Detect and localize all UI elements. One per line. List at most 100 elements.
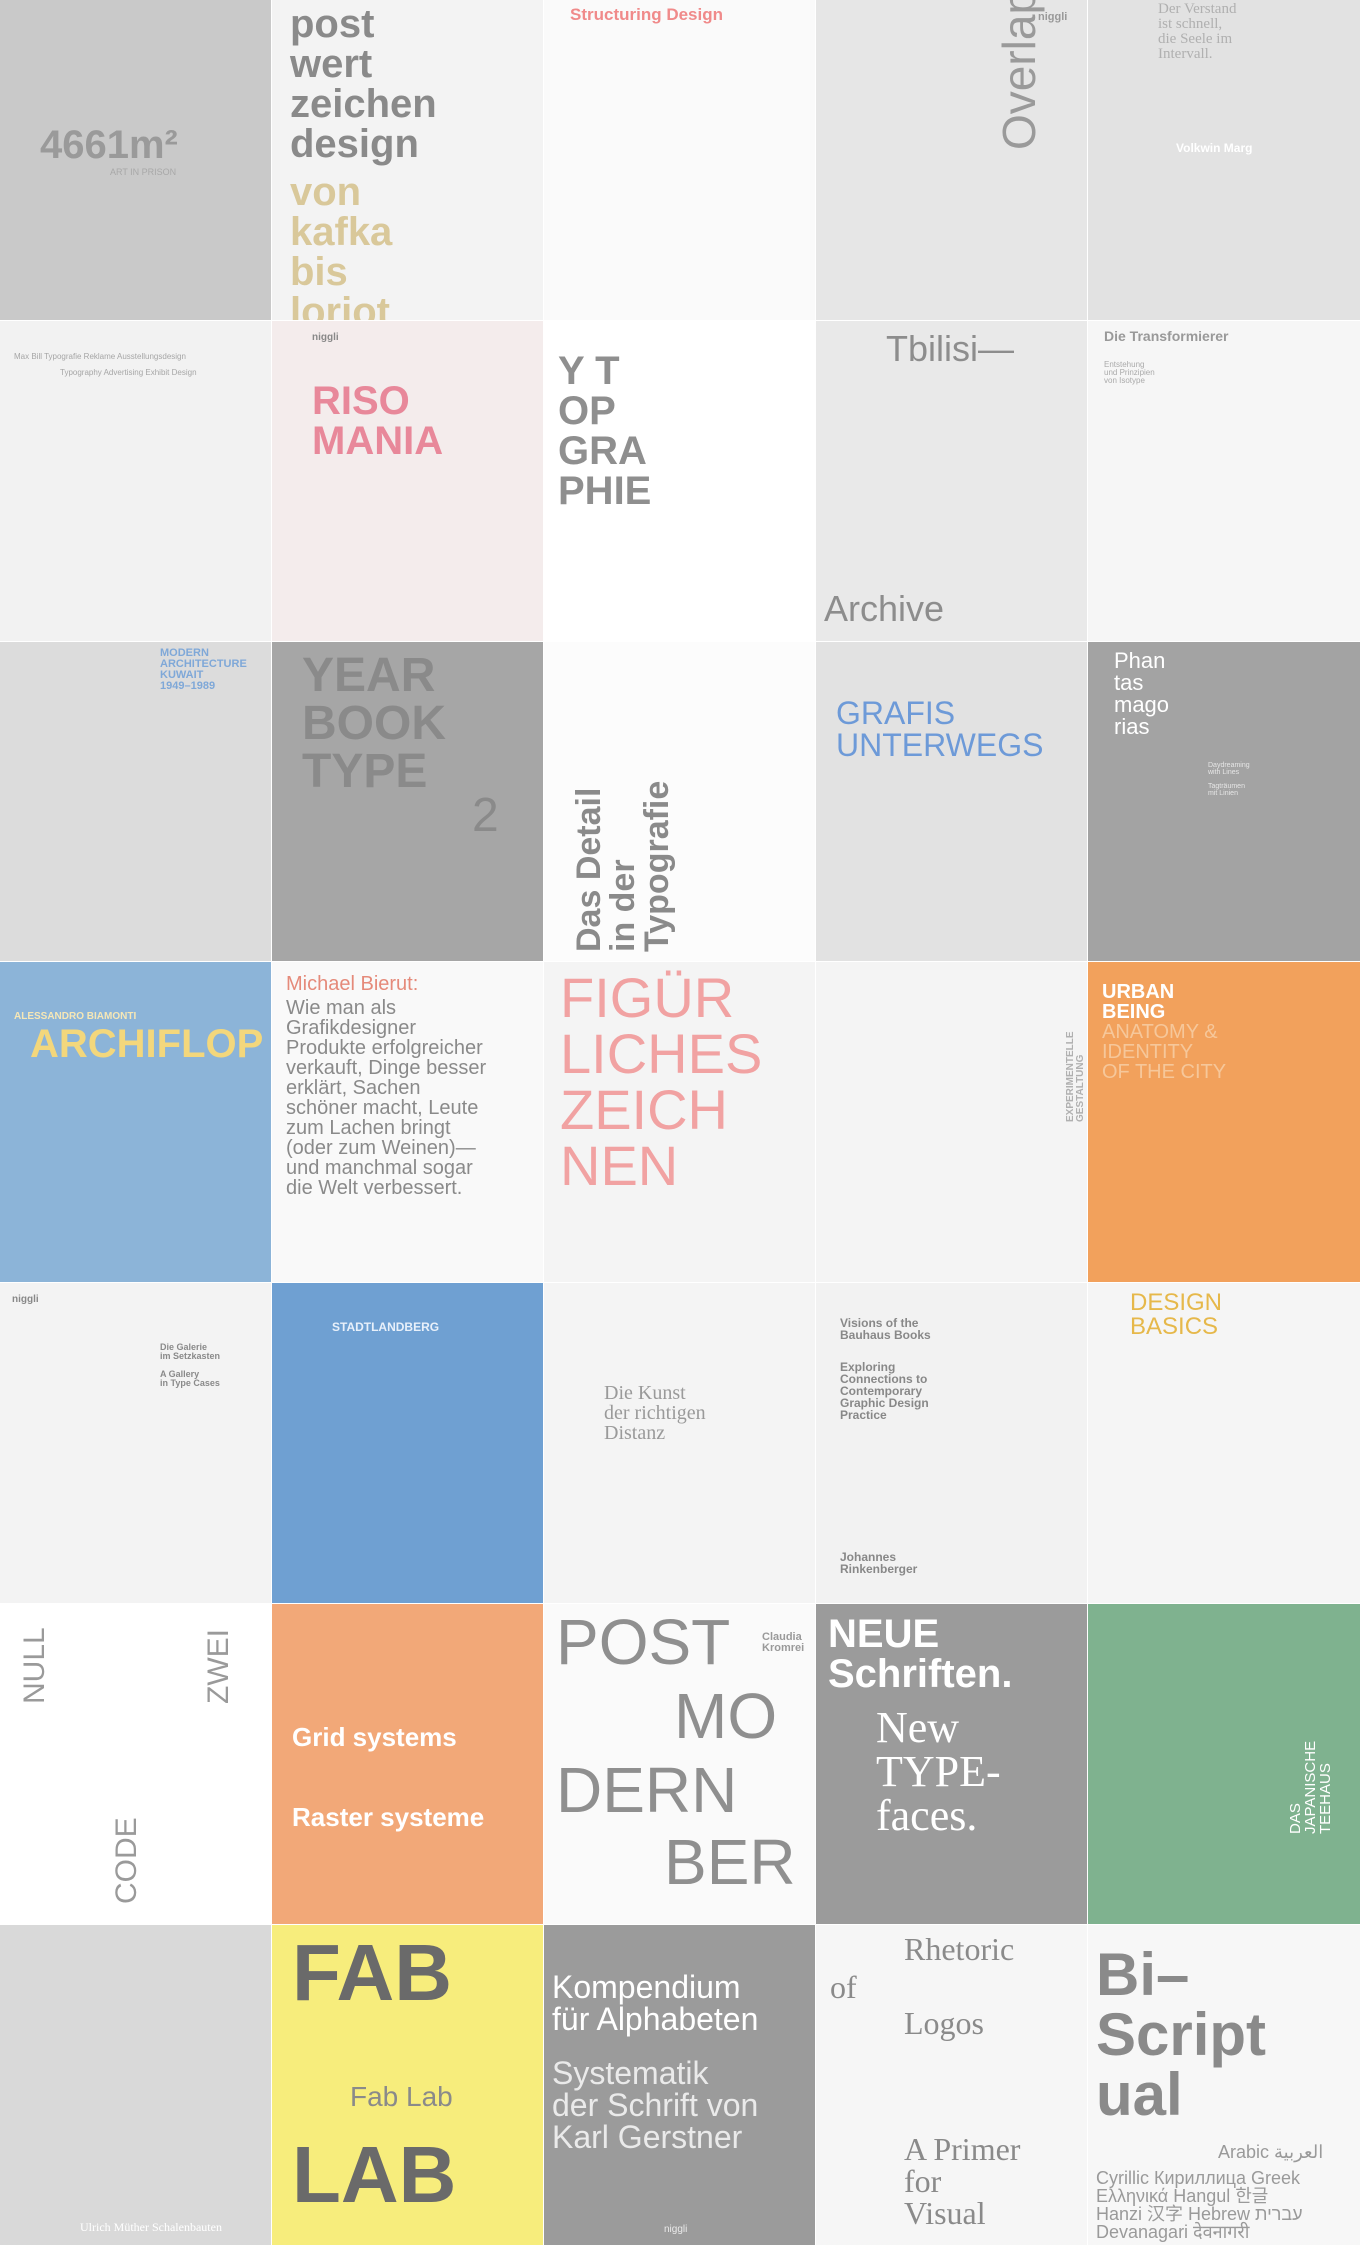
cover-title: post wert zeichen design: [290, 2, 437, 166]
cover-title: MODERN ARCHITECTURE KUWAIT 1949–1989: [160, 646, 247, 692]
cover-title: EXPERIMENTELLE GESTALTUNG: [1065, 1031, 1086, 1123]
book-cover-phantasmagorias[interactable]: Phan tas mago rias Daydreaming with Lines…: [1088, 641, 1361, 963]
cover-title: Der Verstand ist schnell, die Seele im I…: [1158, 1, 1237, 62]
cover-title: POST: [556, 1605, 731, 1678]
cover-title: RISO MANIA: [312, 378, 444, 463]
book-cover-modern-architecture-kuwait[interactable]: MODERN ARCHITECTURE KUWAIT 1949–1989: [0, 641, 272, 963]
cover-title: SERIAL: [202, 1797, 235, 1904]
book-cover-postwertzeichen[interactable]: post wert zeichen design von kafka bis lo…: [272, 0, 544, 321]
book-cover-4661m2[interactable]: 4661m² ART IN PRISON: [0, 0, 272, 321]
cover-title: von kafka bis loriot: [290, 170, 393, 321]
cover-title: Phan tas mago rias: [1114, 647, 1170, 739]
cover-title: DAS JAPANISCHE TEEHAUS: [1287, 1740, 1334, 1834]
cover-title: Archive: [824, 587, 945, 629]
cover-title: CODE: [110, 1817, 143, 1904]
cover-title: LAB: [292, 2129, 457, 2219]
book-cover-grid-systems[interactable]: Grid systems Raster systeme: [272, 1603, 544, 1925]
book-cover-die-transformierer[interactable]: Die Transformierer Entstehung und Prinzip…: [1088, 320, 1361, 642]
book-cover-die-kunst-der-richtigen-distanz[interactable]: Die Kunst der richtigen Distanz: [544, 1283, 816, 1604]
cover-title: Rhetoric: [904, 1930, 1015, 1967]
cover-title: Max Bill Typografie Reklame Ausstellungs…: [14, 351, 186, 361]
book-cover-design-basics[interactable]: DESIGN BASICS: [1088, 1283, 1361, 1604]
cover-title: Y T OP GRA PHIE: [558, 348, 652, 513]
book-cover-bi-scriptual[interactable]: Bi– Script ual Arabic العربية Cyrillic Кир…: [1088, 1924, 1361, 2246]
book-cover-tbilisi-archive[interactable]: Tbilisi— Archive: [816, 320, 1088, 642]
cover-title: niggli: [12, 1294, 39, 1306]
book-cover-das-japanische-teehaus[interactable]: DAS JAPANISCHE TEEHAUS: [1088, 1603, 1361, 1925]
book-cover-figuerliches-zeichnen[interactable]: FIGÜR LICHES ZEICH NEN: [544, 962, 816, 1284]
book-cover-structuring-design[interactable]: Structuring Design: [544, 0, 816, 321]
book-cover-ulrich-mueller-schloesshauser[interactable]: Ulrich Müther Schalenbauten: [0, 1924, 272, 2246]
book-cover-detail-typografie[interactable]: Das Detail in der Typografie: [544, 641, 816, 963]
cover-title: MO: [674, 1679, 778, 1752]
cover-title: ANATOMY & IDENTITY OF THE CITY: [1102, 1021, 1227, 1084]
cover-grid: 4661m² ART IN PRISON post wert zeichen des…: [0, 0, 1361, 2246]
book-cover-risomania[interactable]: niggli RISO MANIA: [272, 320, 544, 642]
cover-title: Fab Lab: [350, 2080, 453, 2112]
cover-title: New TYPE- faces.: [876, 1702, 1001, 1840]
cover-title: SOURCE: [18, 1775, 51, 1904]
book-cover-experimentelle-gestaltung[interactable]: EXPERIMENTELLE GESTALTUNG: [816, 962, 1088, 1284]
cover-title: Cyrillic Кириллица Greek Ελληνικά Hangul…: [1096, 2167, 1303, 2242]
book-cover-fab-lab[interactable]: FAB Fab Lab LAB: [272, 1924, 544, 2246]
cover-title: STADTLANDBERG: [332, 1320, 440, 1335]
cover-title: Das Detail in der Typografie: [570, 780, 676, 952]
cover-title: niggli: [312, 331, 339, 343]
book-cover-grafisch-unterwegs[interactable]: GRAFIS UNTERWEGS: [816, 641, 1088, 963]
cover-title: Bi– Script ual: [1096, 1940, 1267, 2128]
cover-title: niggli: [664, 2223, 688, 2235]
book-cover-bauhaus-books[interactable]: Visions of the Bauhaus Books Exploring Co…: [816, 1283, 1088, 1604]
book-cover-a-gallery-in-type-cases[interactable]: niggli Die Galerie im Setzkasten A Galler…: [0, 1283, 272, 1604]
cover-title: Visions of the Bauhaus Books: [840, 1316, 931, 1343]
cover-title: Wie man als Grafikdesigner Produkte erfo…: [286, 997, 487, 1200]
book-cover-urban-being[interactable]: URBAN BEING ANATOMY & IDENTITY OF THE CIT…: [1088, 962, 1361, 1284]
cover-title: ART IN PRISON: [110, 167, 177, 177]
cover-title: Volkwin Marg: [1176, 141, 1253, 155]
cover-title: Entstehung und Prinzipien von Isotype: [1104, 359, 1155, 385]
cover-title: 2: [472, 788, 499, 842]
book-cover-postmoderner[interactable]: POST Claudia Kromrei MO DERN BER: [544, 1603, 816, 1925]
cover-title: Die Galerie im Setzkasten A Gallery in T…: [160, 1342, 221, 1389]
cover-title: Systematik der Schrift von Karl Gerstner: [552, 2054, 759, 2155]
cover-title: FAB: [292, 1927, 452, 2017]
cover-title: YEAR BOOK TYPE: [302, 648, 446, 798]
cover-title: Typography Advertising Exhibit Design: [60, 367, 197, 377]
cover-title: A Primer for Visual: [904, 2130, 1021, 2231]
cover-title: Die Transformierer: [1104, 327, 1229, 344]
cover-title: Structuring Design: [570, 5, 724, 24]
cover-title: Claudia Kromrei: [762, 1630, 805, 1654]
cover-title: URBAN BEING: [1102, 981, 1175, 1024]
book-cover-kompendium-fuer-alphabeten[interactable]: Kompendium für Alphabeten Systematik der …: [544, 1924, 816, 2246]
cover-title: NULL: [18, 1627, 51, 1704]
cover-title: Overlap: [993, 0, 1045, 150]
cover-title: Exploring Connections to Contemporary Gr…: [840, 1360, 929, 1423]
book-cover-null-eins-zwei[interactable]: NULL EINS ZWEI SOURCE CODE SERIAL: [0, 1603, 272, 1925]
book-cover-overlap[interactable]: niggli Overlap: [816, 0, 1088, 321]
cover-title: EINS: [110, 1633, 143, 1704]
book-cover-typographie[interactable]: Y T OP GRA PHIE: [544, 320, 816, 642]
cover-title: GRAFIS UNTERWEGS: [836, 694, 1044, 763]
book-cover-stadtlandberg[interactable]: STADTLANDBERG: [272, 1283, 544, 1604]
cover-title: DERN: [556, 1753, 738, 1826]
cover-title: Grid systems: [292, 1721, 457, 1752]
cover-title: ZWEI: [202, 1628, 235, 1704]
book-cover-neue-schriften[interactable]: NEUE Schriften. New TYPE- faces.: [816, 1603, 1088, 1925]
cover-title: of: [830, 1968, 857, 2005]
book-cover-volkwin-marg[interactable]: Der Verstand ist schnell, die Seele im I…: [1088, 0, 1361, 321]
book-cover-michael-bierut[interactable]: Michael Bierut: Wie man als Grafikdesigne…: [272, 962, 544, 1284]
cover-title: Raster systeme: [292, 1801, 485, 1832]
cover-title: Ulrich Müther Schalenbauten: [80, 2219, 222, 2234]
book-cover-typography-tags[interactable]: Max Bill Typografie Reklame Ausstellungs…: [0, 320, 272, 642]
cover-title: Die Kunst der richtigen Distanz: [604, 1382, 706, 1445]
cover-title: ARCHIFLOP: [30, 1022, 264, 1067]
cover-title: Logos: [904, 2004, 984, 2041]
cover-title: Kompendium für Alphabeten: [552, 1968, 759, 2037]
cover-title: 4661m²: [40, 123, 178, 167]
cover-title: NEUE Schriften.: [828, 1611, 1013, 1696]
cover-title: ALESSANDRO BIAMONTI: [14, 1011, 137, 1023]
book-cover-yearbook-of-type[interactable]: YEAR BOOK TYPE 2: [272, 641, 544, 963]
cover-title: FIGÜR LICHES ZEICH NEN: [560, 966, 763, 1198]
cover-title: BER: [664, 1825, 796, 1898]
book-cover-archiflop[interactable]: ALESSANDRO BIAMONTI ARCHIFLOP: [0, 962, 272, 1284]
book-cover-rhetoric-of-logos[interactable]: Rhetoric of Logos A Primer for Visual: [816, 1924, 1088, 2246]
